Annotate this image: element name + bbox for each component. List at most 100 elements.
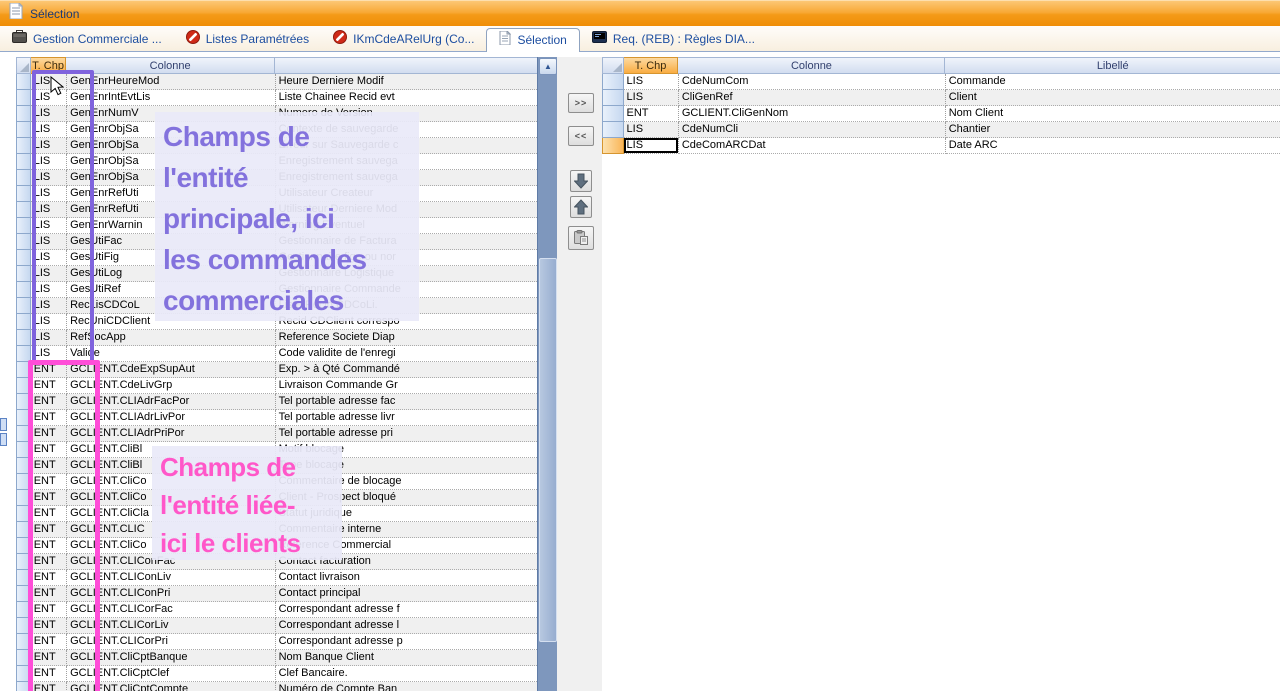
column-header-libelle[interactable]: Libellé	[945, 57, 1280, 74]
libelle-cell[interactable]: Correspondant adresse l	[276, 618, 537, 634]
colonne-cell[interactable]: CdeNumCom	[679, 74, 946, 90]
colonne-cell[interactable]: GCLIENT.CLIAdrPriPor	[67, 426, 275, 442]
row-selector[interactable]	[16, 394, 31, 410]
tab-selection[interactable]: Sélection	[486, 28, 579, 52]
tchp-cell[interactable]: LIS	[624, 138, 679, 154]
row-selector[interactable]	[16, 378, 31, 394]
table-row[interactable]: LIS GenEnrObjSa Enregistrement sauvega	[16, 154, 537, 170]
tchp-cell[interactable]: ENT	[624, 106, 679, 122]
tab-req-reb[interactable]: Req. (REB) : Règles DIA...	[580, 27, 767, 51]
table-row[interactable]: ENT GCLIENT.CLICorLiv Correspondant adre…	[16, 618, 537, 634]
libelle-cell[interactable]: Enregistrement sauvega	[276, 154, 537, 170]
colonne-cell[interactable]: GCLIENT.CliCo	[67, 538, 275, 554]
table-row[interactable]: LIS Valide Code validite de l'enregi	[16, 346, 537, 362]
remove-all-button[interactable]: <<	[568, 126, 594, 146]
row-selector[interactable]	[16, 266, 31, 282]
tchp-cell[interactable]: LIS	[624, 90, 679, 106]
table-row[interactable]: ENT GCLIENT.CLIAdrFacPor Tel portable ad…	[16, 394, 537, 410]
row-selector[interactable]	[16, 170, 31, 186]
row-selector[interactable]	[16, 362, 31, 378]
colonne-cell[interactable]: GCLIENT.CliCo	[67, 474, 275, 490]
colonne-cell[interactable]: GCLIENT.CLIAdrFacPor	[67, 394, 275, 410]
tchp-cell[interactable]: LIS	[31, 218, 67, 234]
row-selector[interactable]	[16, 298, 31, 314]
row-selector[interactable]	[16, 90, 31, 106]
tchp-cell[interactable]: LIS	[31, 234, 67, 250]
libelle-cell[interactable]: Type blocage	[276, 458, 537, 474]
table-row[interactable]: LIS GenEnrWarnin Warning Eventuel	[16, 218, 537, 234]
libelle-cell[interactable]: Correspondant adresse p	[276, 634, 537, 650]
row-selector[interactable]	[16, 186, 31, 202]
colonne-cell[interactable]: GCLIENT.CliCptCompte	[67, 682, 275, 691]
colonne-cell[interactable]: GenEnrObjSa	[67, 138, 275, 154]
row-selector[interactable]	[16, 410, 31, 426]
colonne-cell[interactable]: GCLIENT.CLICorFac	[67, 602, 275, 618]
libelle-cell[interactable]: Tel portable adresse livr	[276, 410, 537, 426]
table-row[interactable]: ENT GCLIENT.CliGenNom Nom Client	[602, 106, 1280, 122]
table-row[interactable]: LIS RefSocApp Reference Societe Diap	[16, 330, 537, 346]
colonne-cell[interactable]: RefSocApp	[67, 330, 275, 346]
row-selector[interactable]	[16, 202, 31, 218]
row-selector[interactable]	[16, 154, 31, 170]
select-all-corner[interactable]	[16, 57, 31, 74]
tchp-cell[interactable]: ENT	[31, 378, 67, 394]
libelle-cell[interactable]: Référence Commercial	[276, 538, 537, 554]
tchp-cell[interactable]: LIS	[31, 74, 67, 90]
colonne-cell[interactable]: CliGenRef	[679, 90, 946, 106]
colonne-cell[interactable]: GCLIENT.CliCo	[67, 490, 275, 506]
table-row[interactable]: ENT GCLIENT.CLICorFac Correspondant adre…	[16, 602, 537, 618]
colonne-cell[interactable]: GenEnrHeureMod	[67, 74, 275, 90]
table-row[interactable]: ENT GCLIENT.CliCptCompte Numéro de Compt…	[16, 682, 537, 691]
row-selector[interactable]	[16, 346, 31, 362]
table-row[interactable]: LIS GenEnrObjSa Enregistrement sauvega	[16, 170, 537, 186]
libelle-cell[interactable]: Chantier	[946, 122, 1280, 138]
table-row[interactable]: LIS CdeComARCDat Date ARC	[602, 138, 1280, 154]
row-selector[interactable]	[16, 426, 31, 442]
libelle-cell[interactable]: Utilisateur Derniere Mod	[276, 202, 537, 218]
table-row[interactable]: LIS GesUtiFac Gestionnaire de Factura	[16, 234, 537, 250]
colonne-cell[interactable]: GenEnrRefUti	[67, 186, 275, 202]
colonne-cell[interactable]: GCLIENT.CliCptClef	[67, 666, 275, 682]
libelle-cell[interactable]: Contact livraison	[276, 570, 537, 586]
libelle-cell[interactable]: Motif blocage	[276, 442, 537, 458]
table-row[interactable]: LIS GenEnrIntEvtLis Liste Chainee Recid …	[16, 90, 537, 106]
table-row[interactable]: ENT GCLIENT.CdeLivGrp Livraison Commande…	[16, 378, 537, 394]
colonne-cell[interactable]: CdeComARCDat	[679, 138, 946, 154]
table-row[interactable]: ENT GCLIENT.CliBl Type blocage	[16, 458, 537, 474]
row-selector[interactable]	[602, 90, 624, 106]
libelle-cell[interactable]: Commentaire interne	[276, 522, 537, 538]
colonne-cell[interactable]: GCLIENT.CdeLivGrp	[67, 378, 275, 394]
select-all-corner[interactable]	[602, 57, 624, 74]
column-header-colonne[interactable]: Colonne	[678, 57, 945, 74]
tchp-cell[interactable]: ENT	[31, 666, 67, 682]
colonne-cell[interactable]: GCLIENT.CliCla	[67, 506, 275, 522]
tchp-cell[interactable]: LIS	[624, 74, 679, 90]
table-row[interactable]: LIS RecLisCDCoL Liste Recid CDCoLi.	[16, 298, 537, 314]
libelle-cell[interactable]: Contact principal	[276, 586, 537, 602]
libelle-cell[interactable]: Gestionnaire Commande	[276, 282, 537, 298]
tchp-cell[interactable]: LIS	[31, 266, 67, 282]
table-row[interactable]: LIS CdeNumCom Commande	[602, 74, 1280, 90]
tchp-cell[interactable]: LIS	[31, 282, 67, 298]
tchp-cell[interactable]: ENT	[31, 538, 67, 554]
libelle-cell[interactable]: Date ARC	[946, 138, 1280, 154]
tchp-cell[interactable]: ENT	[31, 410, 67, 426]
scroll-up-button[interactable]: ▲	[539, 58, 557, 75]
row-selector[interactable]	[16, 682, 31, 691]
tchp-cell[interactable]: ENT	[31, 586, 67, 602]
row-selector[interactable]	[602, 106, 624, 122]
tchp-cell[interactable]: LIS	[31, 122, 67, 138]
row-selector[interactable]	[16, 490, 31, 506]
colonne-cell[interactable]: GCLIENT.CLICorPri	[67, 634, 275, 650]
row-selector[interactable]	[16, 442, 31, 458]
row-selector[interactable]	[16, 282, 31, 298]
libelle-cell[interactable]: Gestionnaire fige ou nor	[276, 250, 537, 266]
tchp-cell[interactable]: LIS	[31, 250, 67, 266]
colonne-cell[interactable]: GesUtiRef	[67, 282, 275, 298]
colonne-cell[interactable]: GesUtiFac	[67, 234, 275, 250]
tchp-cell[interactable]: LIS	[31, 346, 67, 362]
tchp-cell[interactable]: ENT	[31, 650, 67, 666]
libelle-cell[interactable]: Exp. > à Qté Commandé	[276, 362, 537, 378]
colonne-cell[interactable]: GCLIENT.CliBl	[67, 442, 275, 458]
tchp-cell[interactable]: ENT	[31, 634, 67, 650]
